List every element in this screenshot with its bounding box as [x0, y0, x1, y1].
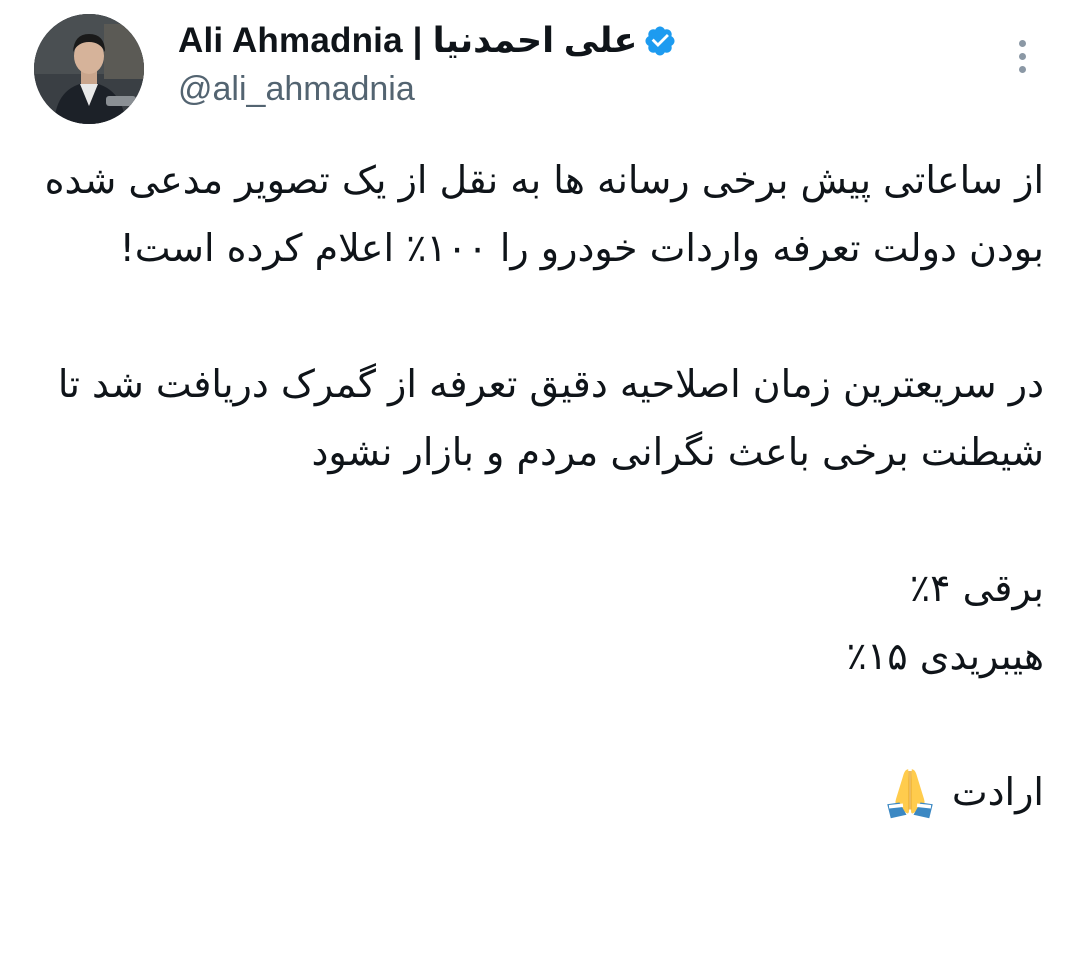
tweet-paragraph: از ساعاتی پیش برخی رسانه ها به نقل از یک… [44, 158, 1044, 270]
more-vertical-icon [1019, 40, 1026, 47]
tweet-card: Ali Ahmadnia | علی احمدنیا @ali_ahmadnia… [0, 0, 1080, 954]
folded-hands-emoji-icon [882, 764, 938, 820]
tweet-paragraph: ارادت [951, 770, 1044, 814]
more-vertical-icon-dot [1019, 66, 1026, 73]
tweet-paragraph: هیبریدی ۱۵٪ [846, 634, 1044, 678]
tweet-paragraph: در سریعترین زمان اصلاحیه دقیق تعرفه از گ… [57, 362, 1044, 474]
verified-badge-icon [643, 24, 677, 58]
author-display-name[interactable]: Ali Ahmadnia | علی احمدنیا [178, 21, 637, 61]
more-vertical-icon-dot [1019, 53, 1026, 60]
author-name-row[interactable]: Ali Ahmadnia | علی احمدنیا [178, 18, 677, 64]
more-options-button[interactable] [1008, 34, 1038, 78]
tweet-text: از ساعاتی پیش برخی رسانه ها به نقل از یک… [34, 146, 1044, 826]
tweet-paragraph: برقی ۴٪ [909, 566, 1044, 610]
tweet-closing-line: ارادت [34, 758, 1044, 826]
author-handle[interactable]: @ali_ahmadnia [178, 70, 415, 109]
avatar[interactable] [34, 14, 144, 124]
